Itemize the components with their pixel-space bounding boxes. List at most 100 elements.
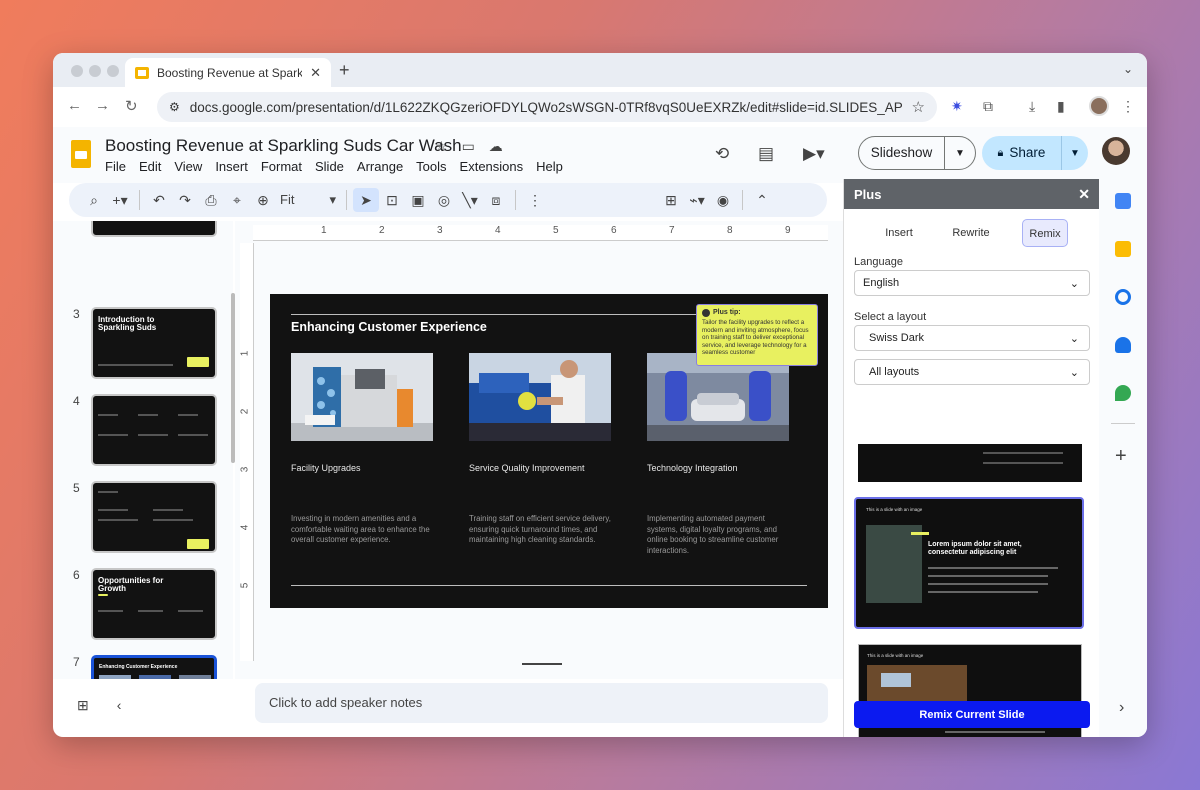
add-app-icon[interactable]: + <box>1115 445 1127 468</box>
line-icon[interactable]: ╲▾ <box>457 192 483 209</box>
zoom-select[interactable]: Fit ▾ <box>276 192 340 208</box>
slide-column-facility[interactable]: Facility Upgrades Investing in modern am… <box>291 353 433 546</box>
automated-car-wash-image[interactable] <box>647 353 789 441</box>
calendar-icon[interactable] <box>1115 193 1131 209</box>
vertical-ruler[interactable]: 1 2 3 4 5 <box>239 243 254 661</box>
shape-icon[interactable]: ◎ <box>431 192 457 209</box>
tab-rewrite[interactable]: Rewrite <box>946 219 996 247</box>
browser-menu-icon[interactable]: ⋮ <box>1121 98 1135 115</box>
browser-tab[interactable]: Boosting Revenue at Sparkling Suds Car W… <box>125 58 331 87</box>
horizontal-ruler[interactable]: 1 2 3 4 5 6 7 8 9 <box>253 225 828 241</box>
reload-icon[interactable]: ↻ <box>125 97 138 115</box>
menu-extensions[interactable]: Extensions <box>460 159 524 174</box>
slideshow-dropdown-icon[interactable]: ▼ <box>945 148 975 159</box>
zoom-icon[interactable]: ⊕ <box>250 192 276 209</box>
close-tab-icon[interactable]: ✕ <box>310 65 321 81</box>
menu-arrange[interactable]: Arrange <box>357 159 403 174</box>
hide-side-panel-icon[interactable]: › <box>1119 699 1124 717</box>
cloud-status-icon[interactable]: ☁ <box>489 138 503 155</box>
laser-pointer-icon[interactable]: ⌁▾ <box>684 192 710 209</box>
menu-file[interactable]: File <box>105 159 126 174</box>
layout-select[interactable]: Swiss Dark ⌄ <box>854 325 1090 351</box>
minimize-window-button[interactable] <box>89 65 101 77</box>
plus-tip-callout[interactable]: Plus tip: Tailor the facility upgrades t… <box>696 304 818 366</box>
more-options-icon[interactable]: ⋮ <box>522 192 548 209</box>
menu-slide[interactable]: Slide <box>315 159 344 174</box>
bookmark-star-icon[interactable]: ☆ <box>912 98 925 116</box>
canvas-resize-handle[interactable] <box>522 663 562 665</box>
menu-view[interactable]: View <box>174 159 202 174</box>
document-title[interactable]: Boosting Revenue at Sparkling Suds Car W… <box>105 136 462 156</box>
plus-extension-icon[interactable]: ✷ <box>951 98 963 115</box>
new-slide-icon[interactable]: +▾ <box>107 192 133 209</box>
share-dropdown-icon[interactable]: ▼ <box>1062 148 1088 159</box>
slide-thumbnail-2[interactable] <box>91 221 217 237</box>
close-window-button[interactable] <box>71 65 83 77</box>
slide-column-service[interactable]: Service Quality Improvement Training sta… <box>469 353 611 546</box>
collapse-filmstrip-icon[interactable]: ‹ <box>117 697 122 714</box>
menu-edit[interactable]: Edit <box>139 159 161 174</box>
slide-column-technology[interactable]: Technology Integration Implementing auto… <box>647 353 789 556</box>
comments-icon[interactable]: ▤ <box>758 144 774 164</box>
tab-remix[interactable]: Remix <box>1022 219 1068 247</box>
tasks-icon[interactable] <box>1115 289 1131 305</box>
forward-arrow-icon[interactable]: → <box>95 97 110 114</box>
maps-icon[interactable] <box>1115 385 1131 401</box>
download-icon[interactable]: ⤓ <box>1029 98 1035 115</box>
collapse-toolbar-icon[interactable]: ⌃ <box>749 192 775 209</box>
slides-logo-icon[interactable] <box>71 140 91 168</box>
layout-option-partial[interactable] <box>858 444 1082 482</box>
remix-current-slide-button[interactable]: Remix Current Slide <box>854 701 1090 728</box>
share-button[interactable]: 🔒︎ Share ▼ <box>982 136 1088 170</box>
undo-icon[interactable]: ↶ <box>146 192 172 209</box>
slide-thumbnail-3[interactable]: Introduction to Sparkling Suds <box>91 307 217 379</box>
speaker-notes[interactable]: Click to add speaker notes <box>255 683 828 723</box>
paint-format-icon[interactable]: ⌖ <box>224 192 250 209</box>
search-menus-icon[interactable]: ⌕ <box>81 192 107 209</box>
back-arrow-icon[interactable]: ← <box>67 97 82 114</box>
tab-insert[interactable]: Insert <box>874 219 924 247</box>
slide-thumbnail-5[interactable] <box>91 481 217 553</box>
slide-title[interactable]: Enhancing Customer Experience <box>291 320 487 334</box>
language-select[interactable]: English ⌄ <box>854 270 1090 296</box>
maximize-window-button[interactable] <box>107 65 119 77</box>
address-bar[interactable]: ⚙ docs.google.com/presentation/d/1L622ZK… <box>157 92 937 122</box>
account-avatar[interactable] <box>1102 137 1130 165</box>
card-caption: This is a slide with an image <box>867 653 924 658</box>
tab-search-chevron-icon[interactable]: ⌄ <box>1123 62 1133 76</box>
site-info-icon[interactable]: ⚙ <box>169 100 180 114</box>
new-tab-button[interactable]: + <box>339 60 350 81</box>
text-box-icon[interactable]: ⊡ <box>379 192 405 209</box>
meet-camera-icon[interactable]: ▶▾ <box>803 144 825 164</box>
side-panel-icon[interactable]: ▮ <box>1057 98 1065 115</box>
select-pointer-icon[interactable]: ➤ <box>353 188 379 212</box>
car-washing-image[interactable] <box>469 353 611 441</box>
move-folder-icon[interactable]: ▭ <box>462 138 475 155</box>
slide-thumbnail-4[interactable] <box>91 394 217 466</box>
version-history-icon[interactable]: ⟲ <box>715 144 729 164</box>
insert-image-icon[interactable]: ▣ <box>405 192 431 209</box>
menu-help[interactable]: Help <box>536 159 563 174</box>
contacts-icon[interactable] <box>1115 337 1131 353</box>
slideshow-button[interactable]: Slideshow ▼ <box>858 136 976 170</box>
redo-icon[interactable]: ↷ <box>172 192 198 209</box>
slide-thumbnail-6[interactable]: Opportunities for Growth <box>91 568 217 640</box>
video-icon[interactable]: ⧈ <box>483 192 509 209</box>
facility-building-image[interactable] <box>291 353 433 441</box>
add-image-ai-icon[interactable]: ⊞ <box>658 192 684 209</box>
layout-filter-select[interactable]: All layouts ⌄ <box>854 359 1090 385</box>
menu-insert[interactable]: Insert <box>215 159 248 174</box>
star-icon[interactable]: ☆ <box>435 138 448 155</box>
profile-avatar[interactable] <box>1089 96 1109 116</box>
extensions-puzzle-icon[interactable]: ⧉ <box>983 98 993 115</box>
print-icon[interactable]: ⎙ <box>198 192 224 209</box>
menu-tools[interactable]: Tools <box>416 159 446 174</box>
menu-format[interactable]: Format <box>261 159 302 174</box>
keep-icon[interactable] <box>1115 241 1131 257</box>
grid-view-icon[interactable]: ⊞ <box>77 697 89 714</box>
close-panel-icon[interactable]: ✕ <box>1078 186 1090 203</box>
layout-option-image-left[interactable]: This is a slide with an image Lorem ipsu… <box>854 497 1084 629</box>
record-icon[interactable]: ◉ <box>710 192 736 209</box>
slide-thumbnail-7[interactable]: Enhancing Customer Experience <box>91 655 217 679</box>
current-slide[interactable]: Enhancing Customer Experience Facility U… <box>270 294 828 608</box>
